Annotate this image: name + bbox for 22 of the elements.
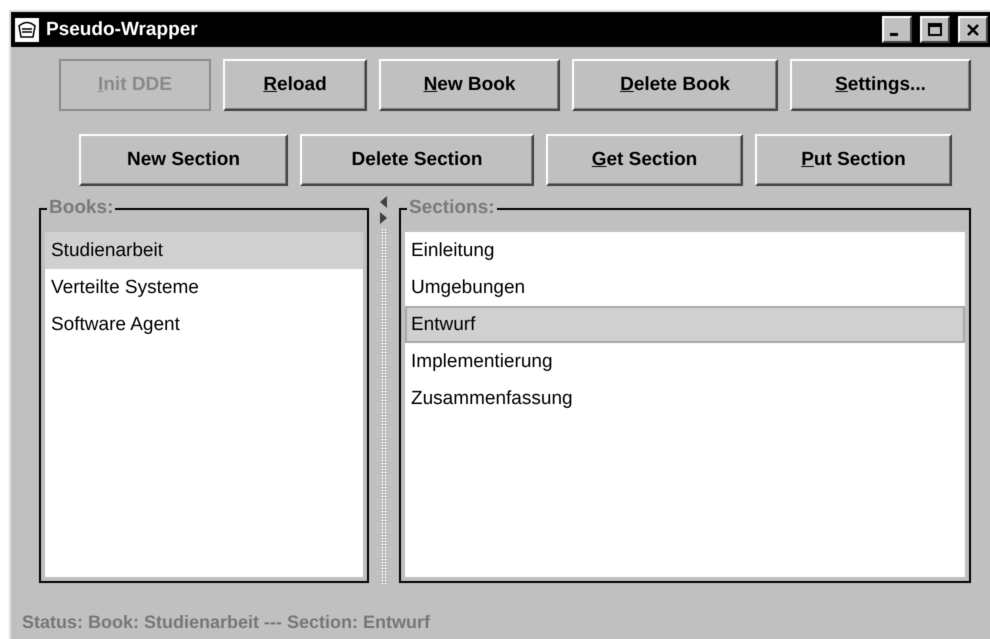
settings-button[interactable]: Settings... xyxy=(790,59,971,111)
app-icon xyxy=(14,16,40,42)
toolbar-button[interactable]: New Section xyxy=(79,134,288,186)
splitter-handle[interactable] xyxy=(381,228,387,584)
list-item[interactable]: Studienarbeit xyxy=(45,232,363,269)
maximize-button[interactable] xyxy=(920,16,950,43)
expand-right-icon[interactable] xyxy=(380,212,388,224)
collapse-left-icon[interactable] xyxy=(380,196,388,208)
list-item[interactable]: Entwurf xyxy=(405,306,965,343)
reload-button[interactable]: Reload xyxy=(223,59,367,111)
close-button[interactable] xyxy=(958,16,988,43)
toolbar-button[interactable]: Delete Section xyxy=(300,134,534,186)
close-icon xyxy=(965,22,981,38)
toolbar-button[interactable]: Get Section xyxy=(546,134,743,186)
minimize-icon xyxy=(890,33,898,36)
minimize-button[interactable] xyxy=(882,16,912,43)
window-title: Pseudo-Wrapper xyxy=(46,18,199,40)
delete-book-button[interactable]: Delete Book xyxy=(572,59,778,111)
maximize-icon xyxy=(927,22,943,38)
toolbar-button[interactable]: Put Section xyxy=(755,134,952,186)
new-book-button[interactable]: New Book xyxy=(379,59,560,111)
status-text: Status: Book: Studienarbeit --- Section: Entwurf xyxy=(21,611,431,634)
